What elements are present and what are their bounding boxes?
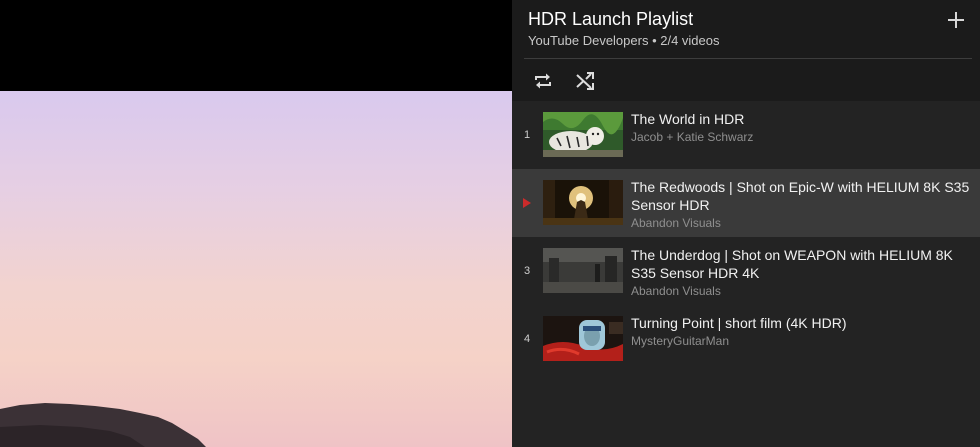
video-thumbnail[interactable] — [543, 180, 623, 225]
video-title[interactable]: The World in HDR — [631, 110, 972, 128]
video-channel: Jacob + Katie Schwarz — [631, 130, 754, 144]
playlist-item[interactable]: 3 The Underdog | Shot on WEAPON with HEL… — [512, 237, 980, 305]
play-indicator-icon — [523, 198, 531, 208]
item-index: 3 — [523, 265, 531, 277]
video-thumbnail[interactable] — [543, 316, 623, 361]
video-thumbnail[interactable] — [543, 248, 623, 293]
playlist-item[interactable]: 4 Turning Point | short film (4K HDR) My… — [512, 305, 980, 373]
loop-icon[interactable] — [531, 69, 555, 93]
playlist-subtitle[interactable]: YouTube Developers • 2/4 videos — [528, 33, 720, 48]
plus-icon[interactable] — [946, 10, 966, 30]
playlist-items: 1 The World in HDR Jacob + Katie Schwarz — [512, 101, 980, 373]
header-divider — [524, 58, 972, 59]
video-thumbnail[interactable] — [543, 112, 623, 157]
video-title[interactable]: The Redwoods | Shot on Epic-W with HELIU… — [631, 178, 972, 214]
playlist-item[interactable]: 1 The World in HDR Jacob + Katie Schwarz — [512, 101, 980, 169]
playlist-panel: HDR Launch Playlist YouTube Developers •… — [512, 0, 980, 447]
playlist-item-active[interactable]: The Redwoods | Shot on Epic-W with HELIU… — [512, 169, 980, 237]
item-info: The Underdog | Shot on WEAPON with HELIU… — [631, 246, 972, 300]
video-title[interactable]: The Underdog | Shot on WEAPON with HELIU… — [631, 246, 972, 282]
item-info: The World in HDR Jacob + Katie Schwarz — [631, 110, 972, 146]
video-channel: Abandon Visuals — [631, 284, 721, 298]
video-frame[interactable] — [0, 91, 512, 447]
playlist-title[interactable]: HDR Launch Playlist — [528, 9, 693, 30]
video-channel: MysteryGuitarMan — [631, 334, 730, 348]
shuffle-icon[interactable] — [573, 69, 597, 93]
video-title[interactable]: Turning Point | short film (4K HDR) — [631, 314, 972, 332]
item-index: 4 — [523, 333, 531, 345]
video-player[interactable] — [0, 0, 512, 447]
item-index: 1 — [523, 129, 531, 141]
item-info: The Redwoods | Shot on Epic-W with HELIU… — [631, 178, 972, 232]
hills-silhouette — [0, 403, 206, 447]
playlist-header: HDR Launch Playlist YouTube Developers •… — [512, 0, 980, 101]
video-channel: Abandon Visuals — [631, 216, 721, 230]
item-info: Turning Point | short film (4K HDR) Myst… — [631, 314, 972, 350]
